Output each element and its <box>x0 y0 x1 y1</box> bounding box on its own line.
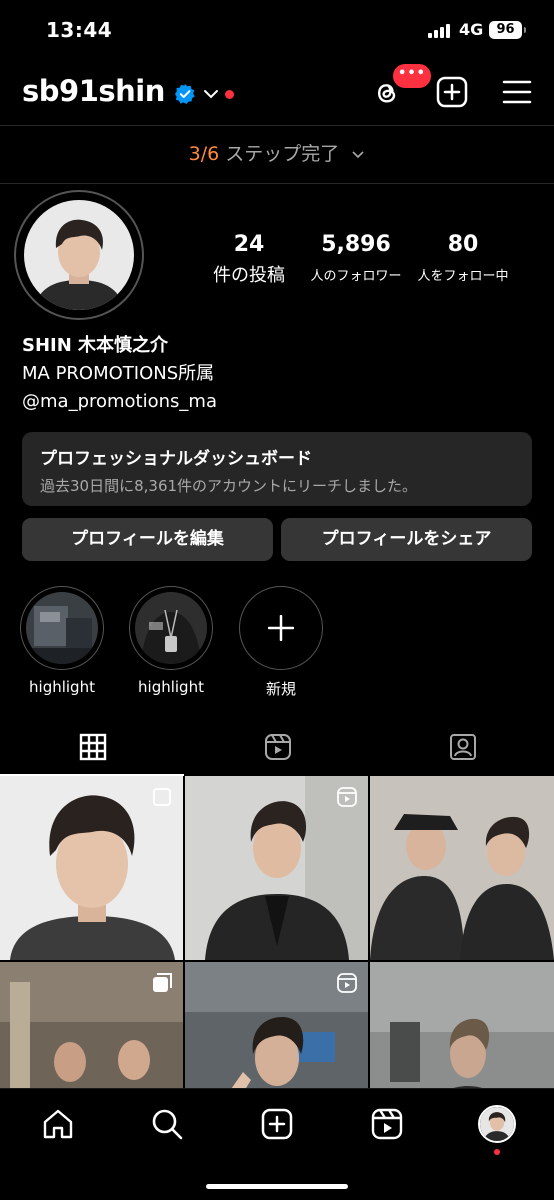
highlight-label: 新規 <box>265 680 296 698</box>
story-highlight[interactable]: highlight <box>127 586 215 696</box>
tagged-icon <box>450 734 476 760</box>
post-thumbnail[interactable] <box>185 776 368 960</box>
share-profile-button[interactable]: プロフィールをシェア <box>281 518 532 561</box>
verified-badge-icon <box>175 84 195 104</box>
reels-icon <box>265 734 291 760</box>
signal-icon <box>428 24 454 38</box>
carousel-icon <box>153 788 171 806</box>
reels-icon <box>337 973 357 993</box>
tab-reels[interactable] <box>185 722 369 776</box>
highlight-cover <box>135 592 207 664</box>
home-icon <box>43 1109 73 1139</box>
battery-icon: 96 <box>489 21 526 39</box>
grid-icon <box>79 733 107 761</box>
stat-followers[interactable]: 5,896 人のフォロワー <box>300 232 412 284</box>
post-thumbnail[interactable] <box>370 776 554 960</box>
highlight-label: highlight <box>29 678 95 696</box>
new-highlight[interactable]: 新規 <box>237 586 325 699</box>
bio-line: MA PROMOTIONS所属 <box>22 363 215 384</box>
stat-following[interactable]: 80 人をフォロー中 <box>412 232 514 284</box>
profile-bio: SHIN 木本慎之介 MA PROMOTIONS所属 @ma_promotion… <box>22 332 217 416</box>
highlight-label: highlight <box>138 678 204 696</box>
steps-progress: 3/6 <box>188 143 220 165</box>
followers-label: 人のフォロワー <box>310 269 402 284</box>
following-label: 人をフォロー中 <box>417 269 509 284</box>
profile-header: sb91shin ••• <box>0 62 554 126</box>
edit-profile-button[interactable]: プロフィールを編集 <box>22 518 273 561</box>
nav-reels[interactable] <box>370 1107 404 1141</box>
plus-icon <box>268 615 294 641</box>
professional-dashboard-card[interactable]: プロフェッショナルダッシュボード 過去30日間に8,361件のアカウントにリーチ… <box>22 432 532 506</box>
network-label: 4G <box>459 20 484 39</box>
dashboard-title: プロフェッショナルダッシュボード <box>40 449 312 469</box>
followers-count: 5,896 <box>321 232 391 257</box>
highlight-ring <box>239 586 323 670</box>
notification-dot <box>225 90 234 99</box>
chevron-down-icon <box>352 150 364 158</box>
reels-icon <box>371 1108 403 1140</box>
search-icon <box>152 1109 183 1140</box>
tab-posts[interactable] <box>0 722 184 776</box>
story-highlight[interactable]: highlight <box>18 586 106 696</box>
bottom-navigation <box>0 1088 554 1200</box>
dashboard-subtitle: 過去30日間に8,361件のアカウントにリーチしました。 <box>40 477 418 495</box>
tab-tagged[interactable] <box>370 722 554 776</box>
highlight-cover <box>26 592 98 664</box>
username[interactable]: sb91shin <box>22 74 165 108</box>
post-thumbnail[interactable] <box>0 776 183 960</box>
posts-grid <box>0 776 554 1146</box>
nav-home[interactable] <box>41 1107 75 1141</box>
content-tabs <box>0 722 554 776</box>
status-bar: 13:44 4G 96 <box>0 0 554 62</box>
following-count: 80 <box>447 232 479 257</box>
posts-count: 24 <box>233 232 265 257</box>
highlight-ring <box>129 586 213 670</box>
nav-create[interactable] <box>260 1107 294 1141</box>
status-time: 13:44 <box>46 18 113 42</box>
setup-steps-bar[interactable]: 3/6 ステップ完了 <box>0 127 554 184</box>
nav-search[interactable] <box>150 1107 184 1141</box>
menu-icon[interactable] <box>502 78 532 106</box>
carousel-icon <box>153 973 172 992</box>
highlight-ring <box>20 586 104 670</box>
display-name: SHIN 木本慎之介 <box>22 335 169 356</box>
stat-posts[interactable]: 24 件の投稿 <box>200 232 298 287</box>
notification-dot <box>494 1149 500 1155</box>
chevron-down-icon[interactable] <box>203 86 219 102</box>
steps-label: ステップ完了 <box>225 143 340 165</box>
home-indicator <box>206 1184 348 1189</box>
create-post-icon[interactable] <box>436 76 468 108</box>
reels-icon <box>337 787 357 807</box>
threads-badge: ••• <box>393 64 431 88</box>
create-icon <box>261 1108 293 1140</box>
posts-label: 件の投稿 <box>213 265 285 286</box>
nav-profile-avatar[interactable] <box>478 1105 516 1143</box>
profile-avatar[interactable] <box>24 200 134 310</box>
bio-mention-link[interactable]: @ma_promotions_ma <box>22 388 217 416</box>
